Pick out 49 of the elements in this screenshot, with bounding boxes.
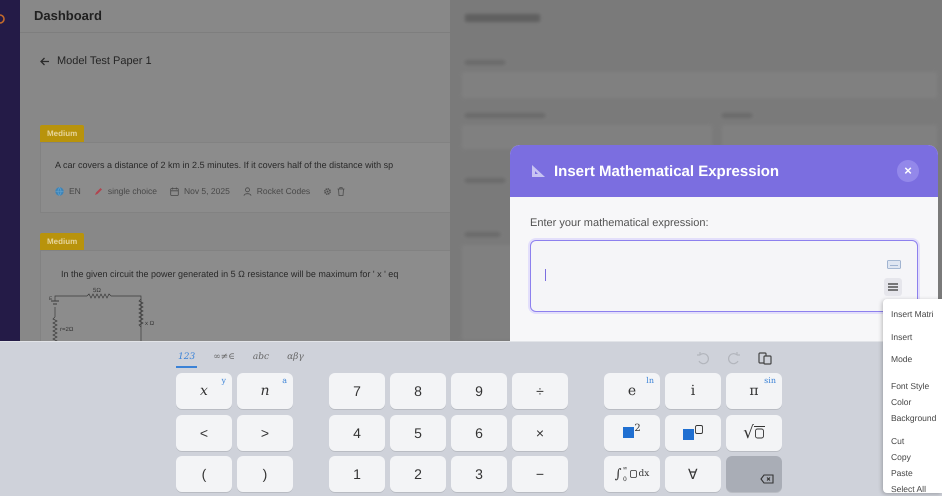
menu-item[interactable]: Color bbox=[883, 394, 942, 410]
keyboard-key[interactable]: < bbox=[176, 414, 232, 450]
menu-item[interactable]: Cut bbox=[883, 432, 942, 448]
keyboard-key[interactable]: − bbox=[512, 456, 568, 492]
menu-item[interactable]: Select All bbox=[883, 480, 942, 496]
keyboard-key[interactable]: ) bbox=[237, 456, 293, 492]
question-date: Nov 5, 2025 bbox=[184, 186, 230, 196]
keyboard-key[interactable]: ∀ bbox=[665, 456, 721, 492]
keyboard-key[interactable]: e ln bbox=[604, 373, 660, 409]
menu-item[interactable]: Paste bbox=[883, 464, 942, 480]
power-key[interactable]: 2 bbox=[604, 414, 660, 450]
keyboard-key[interactable]: x y bbox=[176, 373, 232, 409]
menu-item[interactable]: Insert Matri bbox=[883, 303, 942, 326]
back-link[interactable]: Model Test Paper 1 bbox=[57, 55, 152, 67]
menu-item[interactable]: Font Style bbox=[883, 378, 942, 394]
menu-item[interactable]: Background bbox=[883, 410, 942, 426]
menu-item[interactable]: Copy bbox=[883, 448, 942, 464]
keyboard-tab[interactable]: αβγ bbox=[285, 350, 306, 368]
question-author: Rocket Codes bbox=[256, 186, 310, 196]
question-text: In the given circuit the power generated in 5 Ω resistance will be maximum for ' x ' eq bbox=[61, 268, 400, 281]
keyboard-key[interactable]: ( bbox=[176, 456, 232, 492]
difficulty-badge: Medium bbox=[40, 125, 84, 142]
keyboard-key[interactable]: 2 bbox=[390, 456, 446, 492]
keyboard-key[interactable]: 7 bbox=[329, 373, 385, 409]
menu-item[interactable]: Insert bbox=[883, 326, 942, 348]
keyboard-key[interactable]: n a bbox=[237, 373, 293, 409]
keyboard-key[interactable]: 5 bbox=[390, 414, 446, 450]
menu-item[interactable]: Mode bbox=[883, 348, 942, 370]
keyboard-key[interactable]: × bbox=[512, 414, 568, 450]
keyboard-tab[interactable]: ∞≠∈ bbox=[211, 350, 237, 368]
dialog-title: Insert Mathematical Expression bbox=[554, 162, 780, 180]
keyboard-key[interactable]: 4 bbox=[329, 414, 385, 450]
keyboard-key[interactable]: ÷ bbox=[512, 373, 568, 409]
square-root-key[interactable]: √ bbox=[726, 414, 782, 450]
keyboard-tab[interactable]: abc bbox=[250, 350, 272, 368]
keyboard-key[interactable]: 9 bbox=[451, 373, 507, 409]
difficulty-badge: Medium bbox=[40, 233, 84, 250]
keyboard-key[interactable]: i bbox=[665, 373, 721, 409]
page-title: Dashboard bbox=[34, 8, 102, 23]
keyboard-key[interactable]: 6 bbox=[451, 414, 507, 450]
keyboard-key[interactable]: 3 bbox=[451, 456, 507, 492]
keyboard-key[interactable]: 8 bbox=[390, 373, 446, 409]
keyboard-key[interactable]: 1 bbox=[329, 456, 385, 492]
keyboard-key[interactable]: > bbox=[237, 414, 293, 450]
language-label: EN bbox=[69, 186, 81, 196]
keyboard-key[interactable]: π sin bbox=[726, 373, 782, 409]
question-type: single choice bbox=[108, 186, 157, 196]
field-label: Enter your mathematical expression: bbox=[530, 217, 710, 229]
question-text: A car covers a distance of 2 km in 2.5 minutes. If it covers half of the distance with sp bbox=[55, 159, 394, 172]
